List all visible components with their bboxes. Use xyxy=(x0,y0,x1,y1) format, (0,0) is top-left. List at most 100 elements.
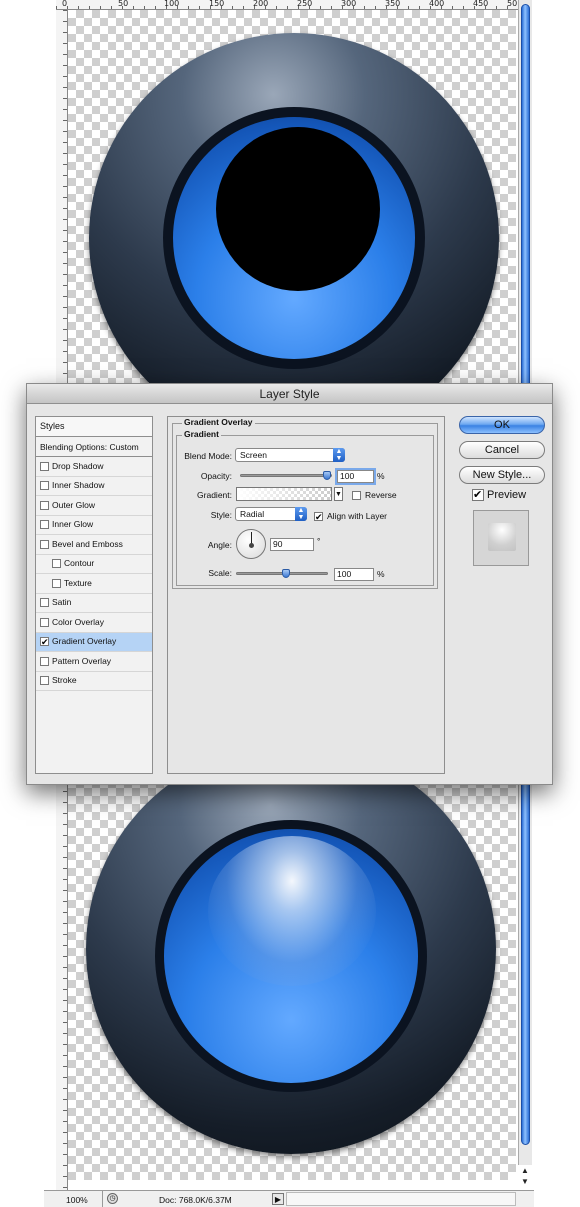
ruler-label: 50 xyxy=(118,0,129,8)
gradient-style-select[interactable]: Radial ▲ ▼ xyxy=(235,507,307,521)
button-gloss-highlight xyxy=(208,836,376,986)
reverse-option[interactable]: Reverse xyxy=(352,490,397,500)
checkbox[interactable] xyxy=(52,559,61,569)
ruler-label: 200 xyxy=(253,0,269,8)
layer-style-dialog: Layer Style Styles Blending Options: Cus… xyxy=(26,383,553,785)
style-item-pattern-overlay[interactable]: Pattern Overlay xyxy=(36,652,152,672)
style-item-outer-glow[interactable]: Outer Glow xyxy=(36,496,152,516)
checkbox[interactable] xyxy=(40,539,49,549)
checkbox[interactable] xyxy=(40,656,49,666)
blend-mode-label: Blend Mode: xyxy=(184,451,232,461)
styles-header[interactable]: Styles xyxy=(36,417,152,437)
style-label: Style: xyxy=(210,510,232,520)
checkbox[interactable] xyxy=(40,676,49,686)
gradient-preview-swatch[interactable] xyxy=(236,487,332,501)
angle-input[interactable]: 90 xyxy=(270,538,314,551)
style-item-inner-glow[interactable]: Inner Glow xyxy=(36,516,152,535)
ok-button[interactable]: OK xyxy=(459,416,545,434)
blending-options-label: Blending Options: Custom xyxy=(40,442,139,452)
style-item-label: Texture xyxy=(64,577,92,588)
gradient-overlay-shape xyxy=(216,127,380,291)
style-item-label: Pattern Overlay xyxy=(52,655,112,666)
select-arrows-icon: ▲ ▼ xyxy=(295,507,307,521)
style-item-bevel-emboss[interactable]: Bevel and Emboss xyxy=(36,535,152,555)
new-style-button[interactable]: New Style... xyxy=(459,466,545,484)
opacity-slider-knob[interactable] xyxy=(323,471,331,480)
gradient-overlay-panel: Gradient Overlay Gradient Blend Mode: Sc… xyxy=(167,416,445,774)
dialog-title: Layer Style xyxy=(27,384,552,404)
style-item-label: Color Overlay xyxy=(52,616,104,627)
scroll-thumb[interactable] xyxy=(521,4,530,390)
ruler-label: 350 xyxy=(385,0,401,8)
checkbox[interactable] xyxy=(40,461,49,471)
cancel-button[interactable]: Cancel xyxy=(459,441,545,459)
checkbox[interactable] xyxy=(40,617,49,627)
preview-option[interactable]: Preview xyxy=(472,489,526,501)
align-with-layer-option[interactable]: Align with Layer xyxy=(314,511,387,521)
ruler-label: 0 xyxy=(62,0,68,8)
angle-label: Angle: xyxy=(207,540,232,550)
style-item-inner-shadow[interactable]: Inner Shadow xyxy=(36,477,152,496)
style-item-label: Drop Shadow xyxy=(52,460,104,471)
blending-options-item[interactable]: Blending Options: Custom xyxy=(36,439,152,457)
style-item-stroke[interactable]: Stroke xyxy=(36,672,152,691)
checkbox[interactable] xyxy=(52,578,61,588)
section-title: Gradient Overlay xyxy=(182,417,255,427)
style-item-gradient-overlay[interactable]: Gradient Overlay xyxy=(36,632,152,652)
vertical-scrollbar-bottom[interactable] xyxy=(518,780,532,1165)
ruler-label: 150 xyxy=(209,0,225,8)
ruler-label: 50 xyxy=(507,0,518,8)
status-bar: 100% ◷ Doc: 768.0K/6.37M ▶ xyxy=(44,1190,534,1207)
blend-mode-value: Screen xyxy=(240,450,267,460)
scroll-thumb[interactable] xyxy=(521,780,530,1145)
checkbox[interactable] xyxy=(40,481,49,491)
document-size: Doc: 768.0K/6.37M xyxy=(159,1195,232,1205)
checkbox[interactable] xyxy=(40,598,49,608)
opacity-slider[interactable] xyxy=(240,471,332,480)
canvas-before[interactable] xyxy=(68,10,516,390)
preview-swatch xyxy=(488,523,516,551)
ruler-label: 100 xyxy=(164,0,180,8)
style-item-label: Outer Glow xyxy=(52,499,95,510)
scale-input[interactable]: 100 xyxy=(334,568,374,581)
scroll-up-arrow-icon[interactable]: ▲ xyxy=(520,1166,530,1176)
ruler-label: 300 xyxy=(341,0,357,8)
opacity-input[interactable]: 100 xyxy=(337,470,374,483)
style-item-satin[interactable]: Satin xyxy=(36,594,152,613)
style-item-contour[interactable]: Contour xyxy=(36,555,152,574)
ruler-label: 250 xyxy=(297,0,313,8)
reverse-label: Reverse xyxy=(365,490,397,500)
checkbox[interactable] xyxy=(40,500,49,510)
canvas-after[interactable] xyxy=(68,780,516,1180)
vertical-ruler xyxy=(56,10,68,390)
scale-slider[interactable] xyxy=(236,569,328,578)
angle-dial[interactable] xyxy=(236,529,266,559)
blend-mode-select[interactable]: Screen ▲ ▼ xyxy=(235,448,345,462)
select-arrows-icon: ▲ ▼ xyxy=(333,448,345,462)
checkbox[interactable] xyxy=(40,520,49,530)
scale-label: Scale: xyxy=(208,568,232,578)
gradient-style-value: Radial xyxy=(240,509,265,519)
scroll-down-arrow-icon[interactable]: ▼ xyxy=(520,1177,530,1187)
horizontal-scrollbar[interactable] xyxy=(286,1192,516,1206)
align-with-layer-checkbox[interactable] xyxy=(314,511,323,521)
reverse-checkbox[interactable] xyxy=(352,490,361,500)
zoom-level[interactable]: 100% xyxy=(66,1195,88,1205)
style-item-color-overlay[interactable]: Color Overlay xyxy=(36,613,152,633)
gradient-label: Gradient: xyxy=(197,490,232,500)
style-item-label: Bevel and Emboss xyxy=(52,538,123,549)
opacity-label: Opacity: xyxy=(200,471,232,481)
style-item-drop-shadow[interactable]: Drop Shadow xyxy=(36,457,152,477)
document-info-icon[interactable]: ◷ xyxy=(107,1193,118,1204)
checkbox-checked[interactable] xyxy=(40,637,49,647)
style-item-label: Satin xyxy=(52,597,72,608)
preview-checkbox[interactable] xyxy=(472,489,484,501)
vertical-scrollbar-top[interactable] xyxy=(518,0,532,390)
style-item-texture[interactable]: Texture xyxy=(36,574,152,594)
gradient-picker-arrow-icon[interactable]: ▼ xyxy=(334,487,343,501)
angle-unit: ° xyxy=(317,536,321,546)
style-item-label: Contour xyxy=(64,558,95,569)
style-item-label: Inner Glow xyxy=(52,519,94,530)
group-title: Gradient xyxy=(182,429,221,439)
status-menu-arrow-icon[interactable]: ▶ xyxy=(272,1193,284,1205)
